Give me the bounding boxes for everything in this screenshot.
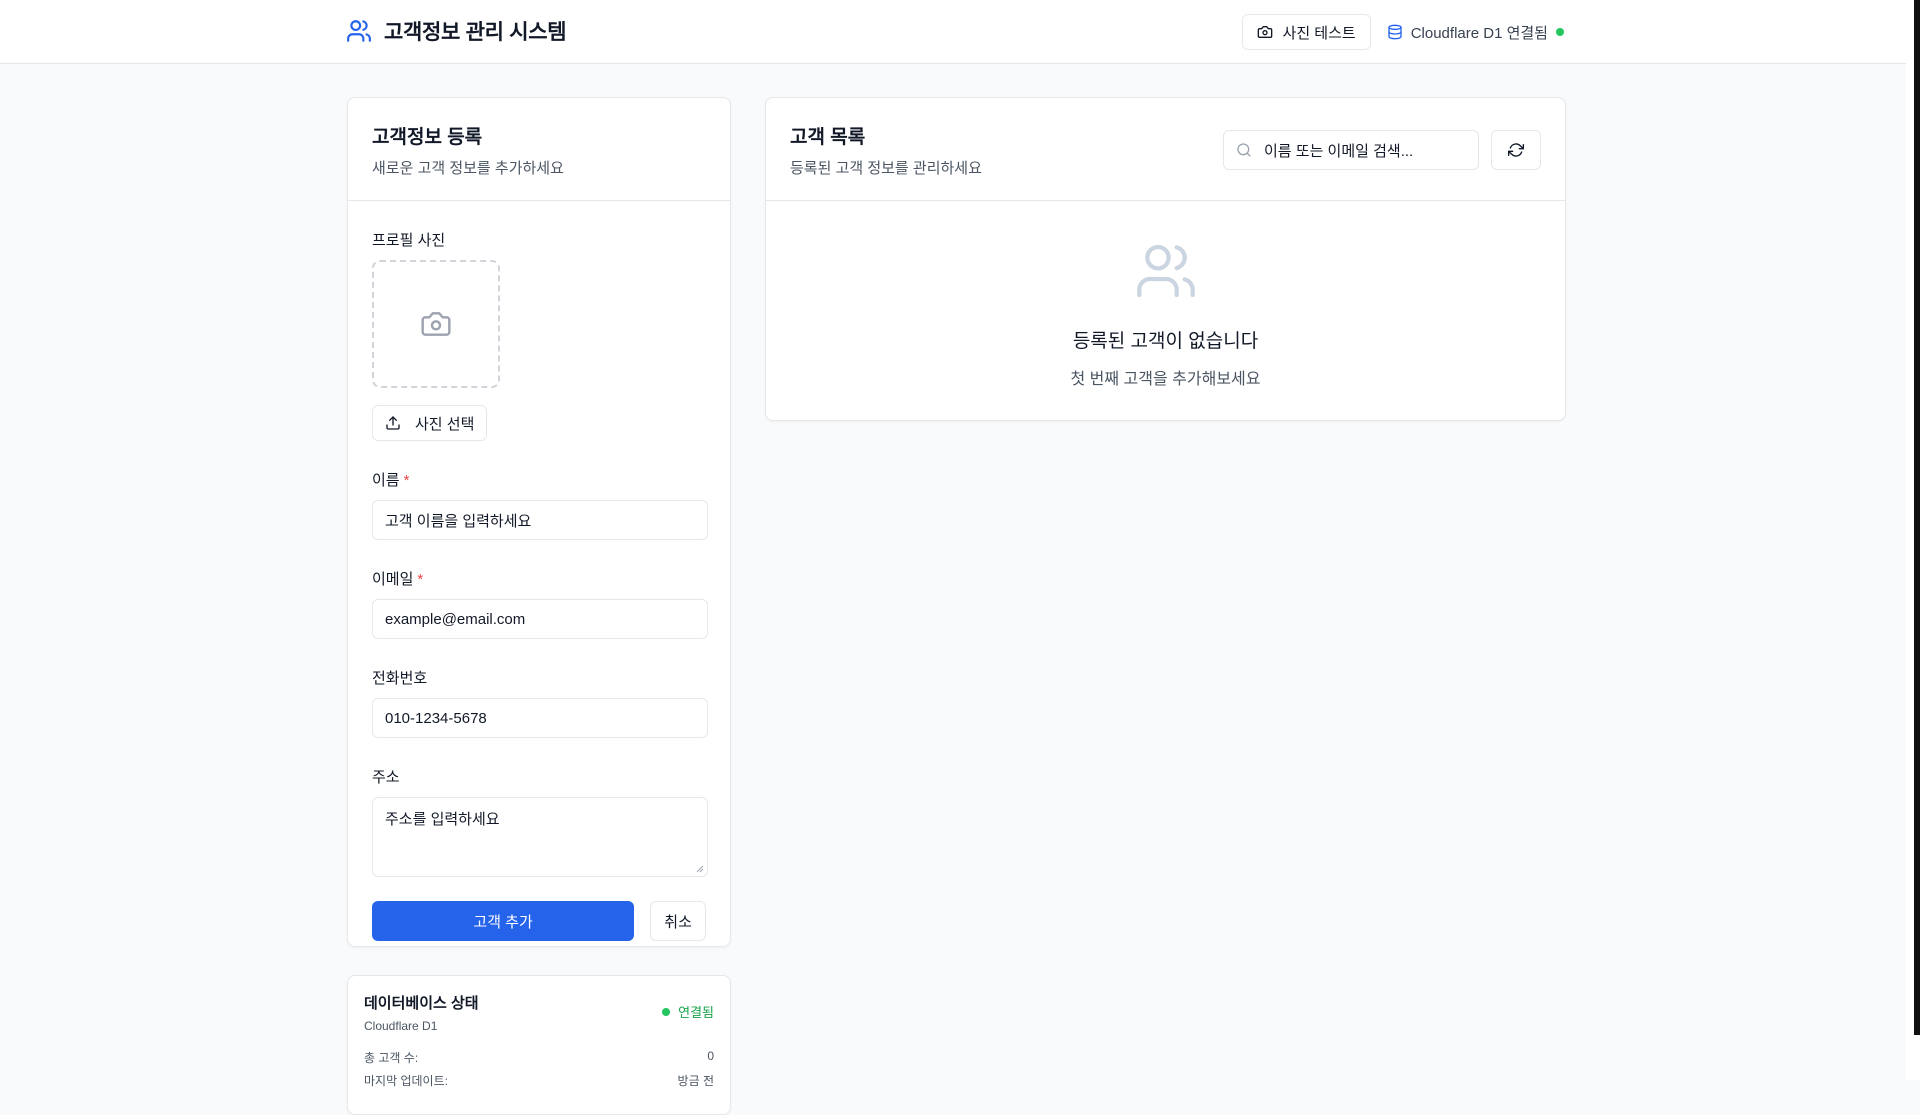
resize-grip-icon[interactable]: [696, 865, 704, 873]
photo-test-button[interactable]: 사진 테스트: [1241, 14, 1371, 50]
cancel-button[interactable]: 취소: [650, 901, 706, 941]
app-title: 고객정보 관리 시스템: [384, 21, 567, 44]
photo-label: 프로필 사진: [372, 232, 446, 249]
status-dot: [1556, 28, 1564, 36]
search-input[interactable]: 이름 또는 이메일 검색...: [1223, 130, 1479, 170]
phone-label: 전화번호: [372, 670, 428, 687]
last-updated-value: 방금 전: [677, 1074, 714, 1088]
camera-icon: [1257, 26, 1272, 38]
refresh-icon: [1508, 143, 1524, 157]
required-mark: *: [403, 472, 410, 489]
address-placeholder: 주소를 입력하세요: [385, 811, 500, 828]
name-label: 이름 *: [372, 472, 410, 489]
address-textarea[interactable]: 주소를 입력하세요: [372, 797, 708, 877]
app-header: 고객정보 관리 시스템 사진 테스트 Cloudflare D1 연결됨: [0, 0, 1906, 64]
form-title: 고객정보 등록: [372, 127, 483, 148]
email-input[interactable]: example@email.com: [372, 599, 708, 639]
db-connection-status: Cloudflare D1 연결됨: [1387, 22, 1564, 43]
brand: 고객정보 관리 시스템: [346, 16, 567, 46]
total-customers-value: 0: [707, 1049, 714, 1063]
photo-dropzone[interactable]: [372, 260, 500, 388]
users-icon: [347, 20, 371, 42]
database-icon: [1388, 24, 1402, 40]
select-photo-label: 사진 선택: [415, 415, 475, 433]
db-card-subtitle: Cloudflare D1: [364, 1019, 438, 1033]
empty-subtitle: 첫 번째 고객을 추가해보세요: [1070, 371, 1261, 388]
status-dot: [662, 1007, 671, 1016]
last-updated-label: 마지막 업데이트:: [364, 1074, 448, 1088]
last-updated-row: 마지막 업데이트: 방금 전: [364, 1072, 714, 1089]
search-icon: [1237, 143, 1251, 157]
add-customer-button[interactable]: 고객 추가: [372, 901, 635, 941]
select-photo-button[interactable]: 사진 선택: [372, 405, 488, 441]
list-description: 등록된 고객 정보를 관리하세요: [790, 160, 982, 177]
customer-form-card: 고객정보 등록 새로운 고객 정보를 추가하세요 프로필 사진 사진 선택 이름…: [347, 97, 731, 947]
refresh-button[interactable]: [1491, 130, 1541, 170]
upload-icon: [386, 416, 400, 430]
total-customers-row: 총 고객 수: 0: [364, 1049, 714, 1066]
email-label: 이메일 *: [372, 571, 424, 588]
camera-icon: [421, 312, 451, 336]
empty-title: 등록된 고객이 없습니다: [1072, 331, 1259, 352]
database-status-card: 데이터베이스 상태 Cloudflare D1 연결됨 총 고객 수: 0 마지…: [347, 975, 731, 1115]
phone-input[interactable]: 010-1234-5678: [372, 698, 708, 738]
photo-test-label: 사진 테스트: [1282, 24, 1356, 42]
users-icon: [1136, 244, 1195, 298]
db-status-label: Cloudflare D1 연결됨: [1410, 24, 1548, 42]
total-customers-label: 총 고객 수:: [364, 1051, 419, 1065]
status-badge-label: 연결됨: [678, 1005, 714, 1020]
search-placeholder: 이름 또는 이메일 검색...: [1264, 142, 1414, 160]
status-badge: 연결됨: [662, 1002, 714, 1021]
required-mark: *: [417, 571, 424, 588]
form-description: 새로운 고객 정보를 추가하세요: [372, 160, 564, 177]
name-input[interactable]: 고객 이름을 입력하세요: [372, 500, 708, 540]
list-title: 고객 목록: [790, 127, 866, 148]
db-card-title: 데이터베이스 상태: [364, 995, 479, 1012]
address-label: 주소: [372, 769, 400, 786]
customer-list-card: 고객 목록 등록된 고객 정보를 관리하세요 이름 또는 이메일 검색... 등…: [765, 97, 1566, 421]
scrollbar[interactable]: [1914, 0, 1920, 1035]
empty-state: 등록된 고객이 없습니다 첫 번째 고객을 추가해보세요: [766, 201, 1565, 389]
